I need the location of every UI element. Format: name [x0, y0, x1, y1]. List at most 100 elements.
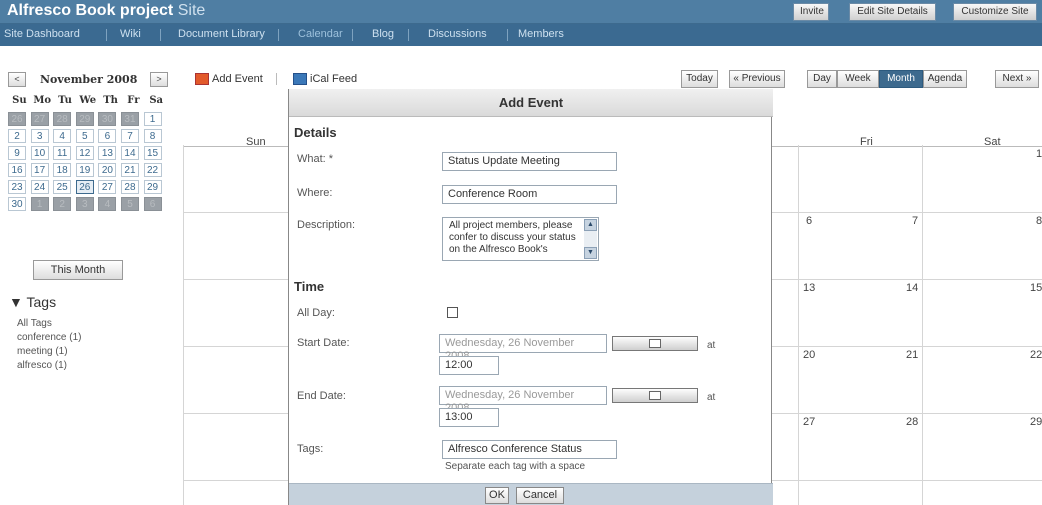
- mini-calendar-day[interactable]: 3: [30, 129, 49, 143]
- what-input[interactable]: Status Update Meeting: [442, 152, 617, 171]
- mini-calendar-day[interactable]: 16: [8, 163, 26, 177]
- day-number[interactable]: 6: [806, 215, 812, 227]
- mini-calendar-day[interactable]: 31: [120, 112, 139, 126]
- end-date-picker-button[interactable]: [612, 388, 698, 403]
- start-time-input[interactable]: 12:00: [439, 356, 499, 375]
- start-date-picker-button[interactable]: [612, 336, 698, 351]
- day-number[interactable]: 21: [906, 349, 918, 361]
- mini-calendar-day[interactable]: 10: [30, 146, 49, 160]
- invite-button[interactable]: Invite: [793, 3, 829, 21]
- customize-site-button[interactable]: Customize Site: [953, 3, 1037, 21]
- mini-calendar-day[interactable]: 29: [75, 112, 94, 126]
- mini-calendar-day[interactable]: 7: [120, 129, 139, 143]
- tag-conference[interactable]: conference (1): [17, 332, 81, 343]
- tags-input[interactable]: Alfresco Conference Status: [442, 440, 617, 459]
- all-day-checkbox[interactable]: [447, 307, 458, 318]
- nav-site-dashboard[interactable]: Site Dashboard: [4, 28, 80, 40]
- month-view-button[interactable]: Month: [879, 70, 923, 88]
- nav-blog[interactable]: Blog: [372, 28, 394, 40]
- day-number[interactable]: 8: [1036, 215, 1042, 227]
- mini-calendar-day[interactable]: 3: [75, 197, 94, 211]
- tag-all-tags[interactable]: All Tags: [17, 318, 52, 329]
- day-number[interactable]: 22: [1030, 349, 1042, 361]
- mini-calendar-day[interactable]: 27: [30, 112, 49, 126]
- mini-calendar-day[interactable]: 13: [98, 146, 117, 160]
- start-date-input[interactable]: Wednesday, 26 November 2008: [439, 334, 607, 362]
- mini-calendar-day[interactable]: 1: [143, 112, 162, 126]
- day-view-button[interactable]: Day: [807, 70, 837, 88]
- where-input[interactable]: Conference Room: [442, 185, 617, 204]
- edit-site-details-button[interactable]: Edit Site Details: [849, 3, 936, 21]
- nav-discussions[interactable]: Discussions: [428, 28, 487, 40]
- add-event-link[interactable]: Add Event: [195, 73, 263, 86]
- mini-calendar-day[interactable]: 2: [8, 129, 26, 143]
- mini-calendar-day[interactable]: 5: [75, 129, 94, 143]
- mini-calendar-prev-button[interactable]: <: [8, 72, 26, 87]
- mini-calendar-day[interactable]: 8: [143, 129, 162, 143]
- mini-calendar-day[interactable]: 12: [75, 146, 94, 160]
- end-time-input[interactable]: 13:00: [439, 408, 499, 427]
- day-number[interactable]: 1: [1036, 148, 1042, 160]
- today-button[interactable]: Today: [681, 70, 718, 88]
- mini-calendar-day[interactable]: 11: [53, 146, 72, 160]
- mini-calendar-day[interactable]: 5: [120, 197, 139, 211]
- day-number[interactable]: 13: [803, 282, 815, 294]
- description-scrollbar[interactable]: ▲ ▼: [584, 219, 597, 259]
- cancel-button[interactable]: Cancel: [516, 487, 564, 504]
- end-date-input[interactable]: Wednesday, 26 November 2008: [439, 386, 607, 414]
- mini-calendar-day[interactable]: 19: [75, 163, 94, 177]
- mini-calendar-next-button[interactable]: >: [150, 72, 168, 87]
- nav-members[interactable]: Members: [518, 28, 564, 40]
- nav-calendar[interactable]: Calendar: [298, 28, 343, 40]
- mini-calendar-day[interactable]: 30: [8, 197, 26, 211]
- agenda-view-button[interactable]: Agenda: [923, 70, 967, 88]
- mini-calendar-day[interactable]: 17: [30, 163, 49, 177]
- mini-calendar-day[interactable]: 9: [8, 146, 26, 160]
- tags-heading[interactable]: ▼ Tags: [9, 294, 56, 310]
- nav-document-library[interactable]: Document Library: [178, 28, 265, 40]
- mini-calendar-day[interactable]: 2: [53, 197, 72, 211]
- mini-calendar-day[interactable]: 25: [53, 180, 72, 194]
- mini-calendar-day[interactable]: 15: [143, 146, 162, 160]
- mini-calendar-day[interactable]: 30: [98, 112, 117, 126]
- day-number[interactable]: 14: [906, 282, 918, 294]
- mini-calendar-day[interactable]: 21: [120, 163, 139, 177]
- mini-calendar-day[interactable]: 14: [120, 146, 139, 160]
- mini-calendar-day[interactable]: 6: [143, 197, 162, 211]
- mini-calendar-day[interactable]: 4: [53, 129, 72, 143]
- day-number[interactable]: 27: [803, 416, 815, 428]
- ical-feed-link[interactable]: iCal Feed: [293, 73, 357, 86]
- mini-calendar-day[interactable]: 28: [53, 112, 72, 126]
- mini-calendar-day-selected[interactable]: 26: [75, 180, 94, 194]
- week-view-button[interactable]: Week: [837, 70, 879, 88]
- mini-calendar-day[interactable]: 27: [98, 180, 117, 194]
- site-title[interactable]: Alfresco Book project Site: [7, 2, 205, 20]
- day-number[interactable]: 28: [906, 416, 918, 428]
- tag-meeting[interactable]: meeting (1): [17, 346, 68, 357]
- mini-calendar-day[interactable]: 4: [98, 197, 117, 211]
- day-number[interactable]: 20: [803, 349, 815, 361]
- mini-calendar-day[interactable]: 23: [8, 180, 26, 194]
- nav-wiki[interactable]: Wiki: [120, 28, 141, 40]
- mini-calendar-day[interactable]: 1: [30, 197, 49, 211]
- mini-calendar-day[interactable]: 28: [120, 180, 139, 194]
- ok-button[interactable]: OK: [485, 487, 509, 504]
- mini-calendar-day[interactable]: 18: [53, 163, 72, 177]
- previous-button[interactable]: « Previous: [729, 70, 785, 88]
- description-textarea[interactable]: All project members, please confer to di…: [442, 217, 599, 261]
- this-month-button[interactable]: This Month: [33, 260, 123, 280]
- next-button[interactable]: Next »: [995, 70, 1039, 88]
- tag-alfresco[interactable]: alfresco (1): [17, 360, 67, 371]
- mini-calendar-day[interactable]: 29: [143, 180, 162, 194]
- mini-calendar-day[interactable]: 20: [98, 163, 117, 177]
- day-number[interactable]: 7: [912, 215, 918, 227]
- mini-calendar-day[interactable]: 26: [8, 112, 26, 126]
- scroll-down-icon[interactable]: ▼: [584, 247, 597, 259]
- mini-calendar-day[interactable]: 24: [30, 180, 49, 194]
- site-name[interactable]: Alfresco Book project: [7, 2, 173, 19]
- day-number[interactable]: 29: [1030, 416, 1042, 428]
- mini-calendar-day[interactable]: 6: [98, 129, 117, 143]
- mini-calendar-day[interactable]: 22: [143, 163, 162, 177]
- day-number[interactable]: 15: [1030, 282, 1042, 294]
- scroll-up-icon[interactable]: ▲: [584, 219, 597, 231]
